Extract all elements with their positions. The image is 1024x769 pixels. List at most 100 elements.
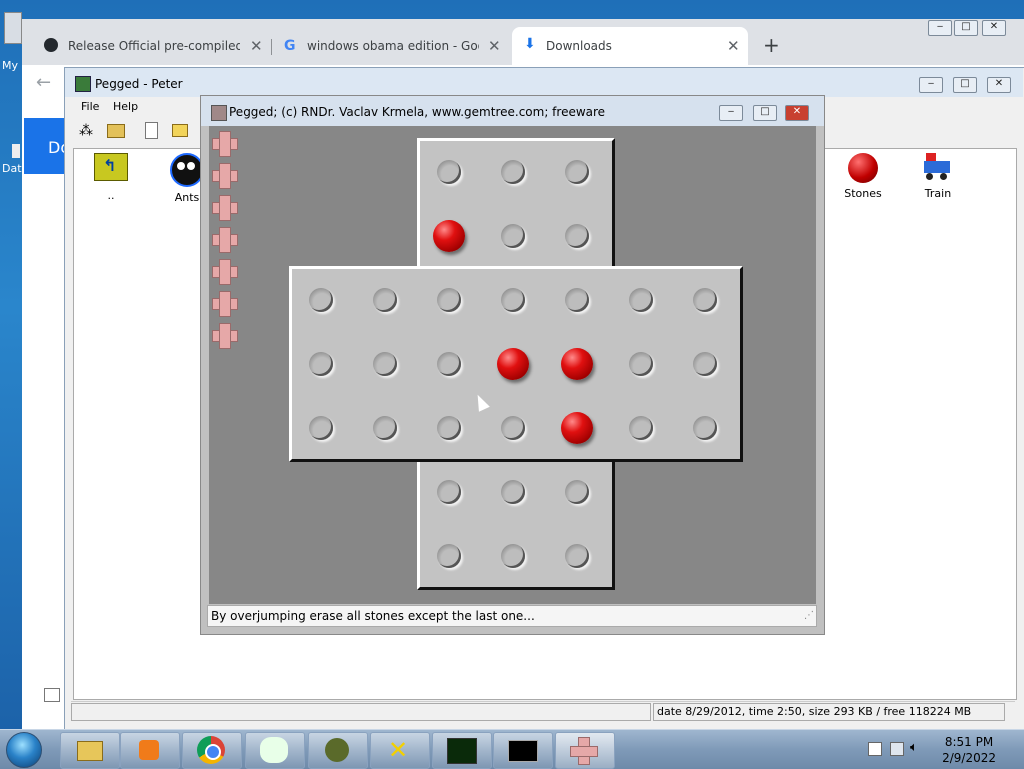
desktop-label: Dat	[2, 162, 22, 175]
open-folder-icon[interactable]	[107, 124, 125, 138]
tab-title: Downloads	[546, 39, 612, 53]
peg-hole[interactable]	[373, 416, 397, 440]
network-icon[interactable]	[890, 742, 904, 756]
clock-time: 8:51 PM	[944, 735, 994, 749]
clock-date: 2/9/2022	[942, 751, 996, 765]
peg-hole[interactable]	[693, 352, 717, 376]
tab-release[interactable]: Release Official pre-compiled ins ✕	[30, 27, 270, 65]
bunny-app-icon	[260, 737, 288, 763]
desktop-icon-fragment[interactable]: Dat	[0, 140, 22, 180]
peg-hole[interactable]	[629, 288, 653, 312]
tab-downloads[interactable]: ⬇ Downloads ✕	[512, 27, 748, 65]
clock[interactable]: 8:51 PM 2/9/2022	[942, 734, 996, 766]
pegged-game-window: Pegged; (c) RNDr. Vaclav Krmela, www.gem…	[200, 95, 825, 635]
file-item-train[interactable]: Train	[912, 153, 964, 200]
peg-hole[interactable]	[309, 352, 333, 376]
taskbar-media-player[interactable]	[120, 732, 180, 769]
peg-hole[interactable]	[501, 416, 525, 440]
close-button[interactable]: ✕	[785, 105, 809, 121]
taskbar-oscilloscope[interactable]	[432, 732, 492, 769]
maximize-button[interactable]: □	[954, 20, 978, 36]
close-button[interactable]: ✕	[982, 20, 1006, 36]
peg-hole[interactable]	[437, 352, 461, 376]
tab-google-search[interactable]: G windows obama edition - Google ✕	[274, 27, 510, 65]
peg[interactable]	[561, 412, 593, 444]
peg-hole[interactable]	[565, 160, 589, 184]
peg-hole[interactable]	[309, 288, 333, 312]
peg-hole[interactable]	[309, 416, 333, 440]
taskbar-chrome[interactable]	[182, 732, 242, 769]
peg[interactable]	[497, 348, 529, 380]
taskbar-alien-app[interactable]	[308, 732, 368, 769]
minimize-button[interactable]: ‒	[919, 77, 943, 93]
file-label: Stones	[844, 187, 882, 200]
peg[interactable]	[561, 348, 593, 380]
tab-title: Release Official pre-compiled ins	[68, 39, 240, 53]
peg-hole[interactable]	[565, 288, 589, 312]
taskbar-cmd[interactable]	[493, 732, 553, 769]
menu-file[interactable]: File	[81, 100, 99, 113]
maximize-button[interactable]: □	[953, 77, 977, 93]
window-title: Pegged - Peter	[95, 77, 183, 91]
peg-hole[interactable]	[437, 416, 461, 440]
taskbar-explorer[interactable]	[60, 732, 120, 769]
peg-hole[interactable]	[437, 480, 461, 504]
menu-help[interactable]: Help	[113, 100, 138, 113]
resize-grip-icon[interactable]: ⋰	[804, 610, 814, 621]
peg-hole[interactable]	[629, 352, 653, 376]
desktop-label: My	[2, 59, 19, 72]
folder-icon[interactable]	[172, 124, 188, 137]
google-icon: G	[284, 38, 296, 54]
minimize-button[interactable]: ‒	[928, 20, 952, 36]
minimize-button[interactable]: ‒	[719, 105, 743, 121]
peg-hole[interactable]	[565, 224, 589, 248]
taskbar-bunny-app[interactable]	[245, 732, 305, 769]
explorer-icon	[77, 741, 103, 761]
file-item-stones[interactable]: Stones	[837, 153, 889, 200]
ants-icon	[170, 153, 204, 187]
peg-hole[interactable]	[565, 480, 589, 504]
title-bar: Pegged - Peter ‒ □ ✕	[65, 68, 1023, 98]
peg-hole[interactable]	[501, 480, 525, 504]
maximize-button[interactable]: □	[753, 105, 777, 121]
peg-hole[interactable]	[437, 160, 461, 184]
start-button[interactable]	[6, 732, 42, 768]
close-icon[interactable]: ✕	[488, 37, 501, 55]
taskbar-pegged[interactable]	[555, 732, 615, 769]
tab-title: windows obama edition - Google	[307, 39, 479, 53]
peg-hole[interactable]	[629, 416, 653, 440]
peg-hole[interactable]	[501, 224, 525, 248]
peg-hole[interactable]	[693, 288, 717, 312]
media-player-icon	[139, 740, 159, 760]
taskbar-x-app[interactable]: ✕	[370, 732, 430, 769]
page-header-fragment: Do	[24, 118, 70, 174]
sidebar-icon[interactable]	[44, 688, 60, 702]
download-icon: ⬇	[524, 36, 536, 52]
file-item-up[interactable]: ↰ ..	[86, 153, 136, 202]
github-icon	[44, 38, 58, 52]
volume-icon[interactable]: 🔈︎	[910, 740, 918, 755]
close-icon[interactable]: ✕	[250, 37, 263, 55]
peg-hole[interactable]	[565, 544, 589, 568]
new-tab-button[interactable]: +	[763, 33, 780, 57]
peg[interactable]	[433, 220, 465, 252]
close-icon[interactable]: ✕	[727, 37, 740, 55]
window-title: Pegged; (c) RNDr. Vaclav Krmela, www.gem…	[229, 105, 606, 119]
peg-hole[interactable]	[373, 288, 397, 312]
action-center-icon[interactable]	[868, 742, 882, 756]
status-bar: By overjumping erase all stones except t…	[207, 605, 817, 627]
peg-hole[interactable]	[501, 288, 525, 312]
peg-hole[interactable]	[501, 160, 525, 184]
desktop-icon-fragment[interactable]: My	[0, 12, 22, 72]
status-text: By overjumping erase all stones except t…	[211, 609, 535, 623]
back-arrow-icon[interactable]: ←	[36, 72, 51, 93]
peg-hole[interactable]	[437, 544, 461, 568]
peg-hole[interactable]	[501, 544, 525, 568]
peg-hole[interactable]	[373, 352, 397, 376]
tree-icon[interactable]: ⁂	[79, 123, 93, 139]
app-icon	[75, 76, 91, 92]
close-button[interactable]: ✕	[987, 77, 1011, 93]
peg-hole[interactable]	[437, 288, 461, 312]
new-file-icon[interactable]	[145, 122, 158, 139]
peg-hole[interactable]	[693, 416, 717, 440]
